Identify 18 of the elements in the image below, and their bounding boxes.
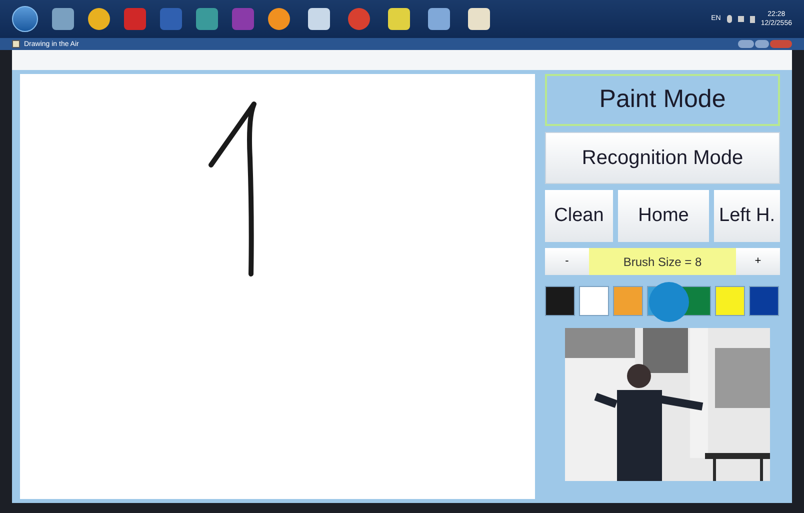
action-button[interactable]: Home — [618, 190, 709, 242]
brush-size-label: Brush Size = 8 — [589, 248, 736, 275]
color-swatch[interactable] — [613, 286, 643, 316]
action-button[interactable]: Clean — [545, 190, 613, 242]
maximize-button[interactable] — [755, 40, 769, 48]
hand-cursor — [649, 282, 689, 322]
minimize-button[interactable] — [738, 40, 754, 48]
mode-button[interactable]: Recognition Mode — [545, 132, 780, 184]
color-swatch[interactable] — [545, 286, 575, 316]
mode-button[interactable]: Paint Mode — [545, 74, 780, 126]
start-button[interactable] — [12, 6, 38, 32]
color-swatch[interactable] — [715, 286, 745, 316]
brush-increase-button[interactable]: + — [736, 248, 780, 275]
color-swatch[interactable] — [579, 286, 609, 316]
brush-decrease-button[interactable]: - — [545, 248, 589, 275]
app-icon — [12, 40, 20, 48]
color-swatch[interactable] — [749, 286, 779, 316]
action-button[interactable]: Left H. — [714, 190, 780, 242]
